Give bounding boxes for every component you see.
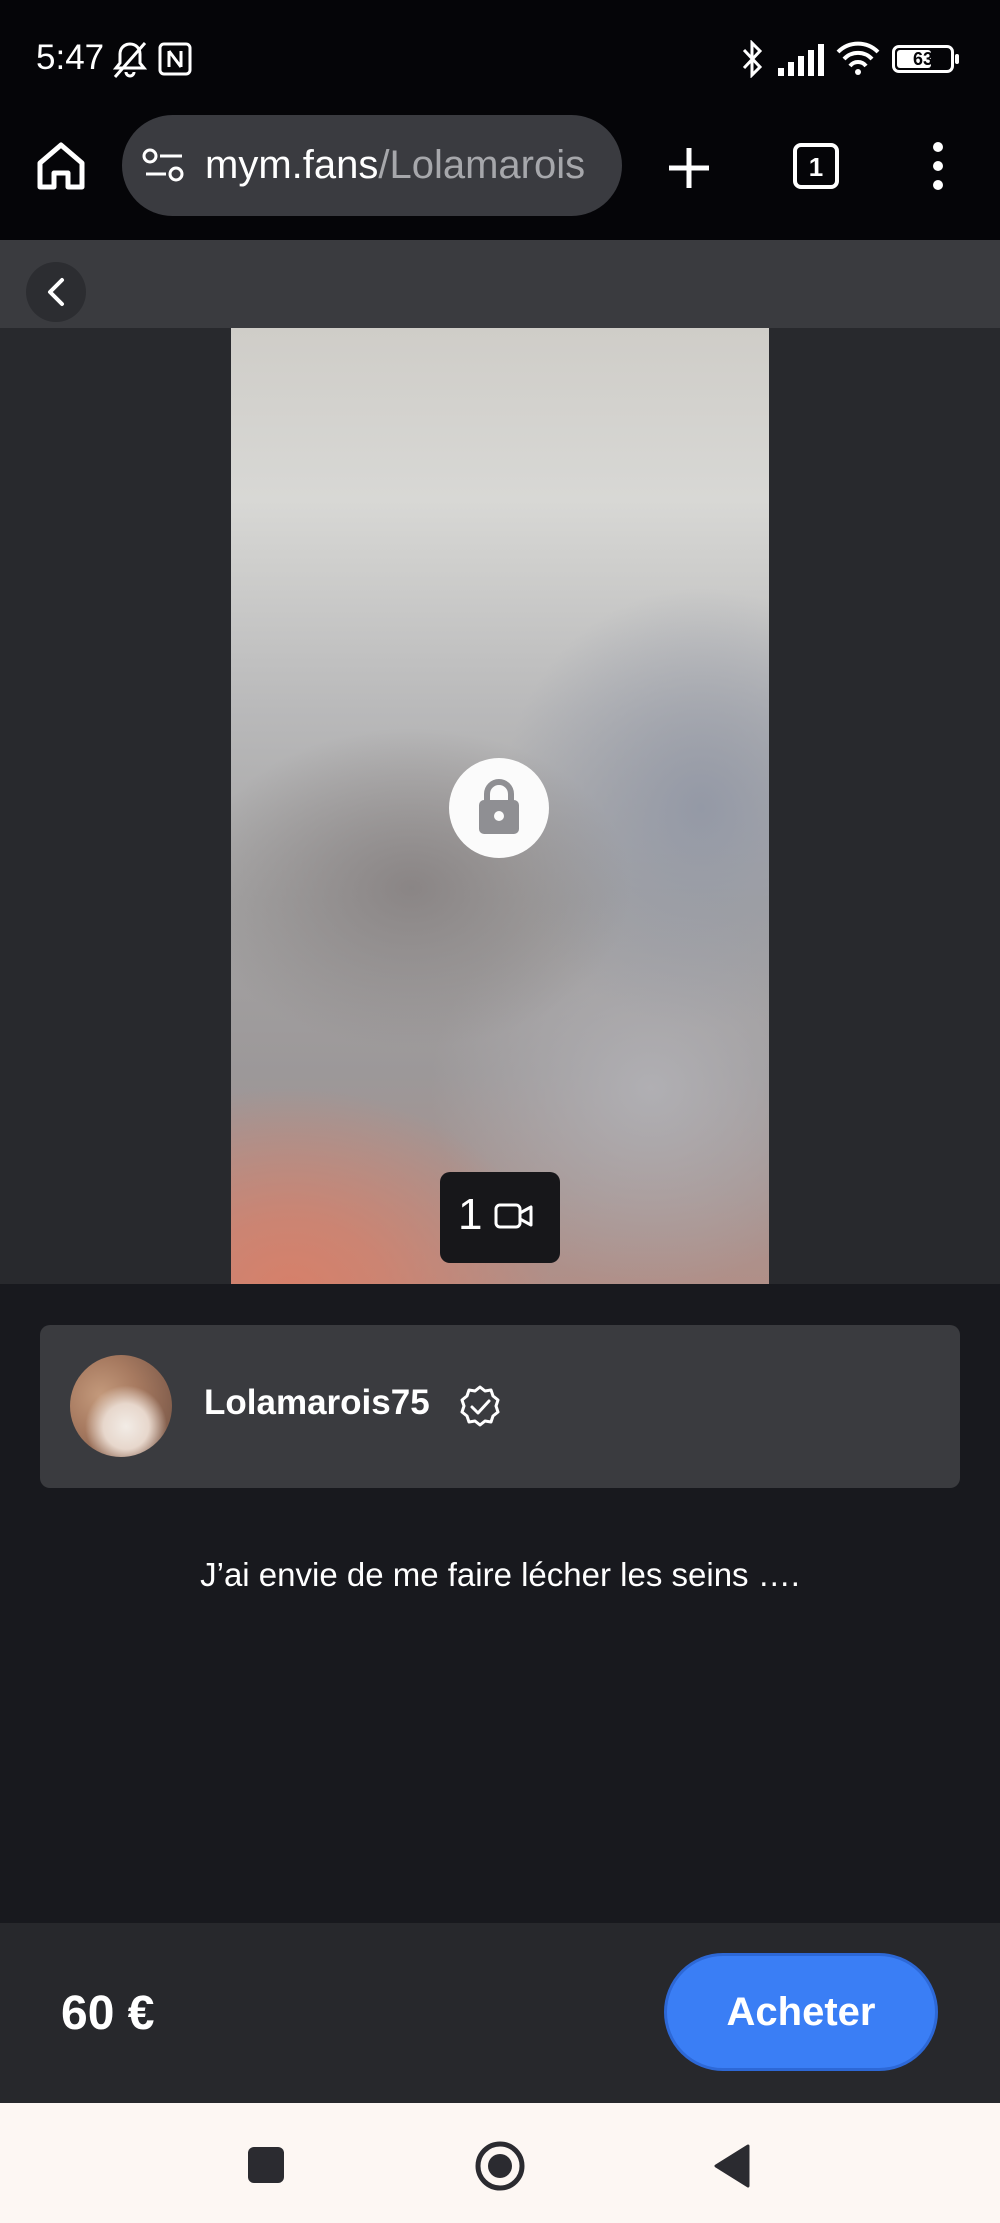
address-bar[interactable]: mym.fans/Lolamarois: [122, 115, 622, 216]
chevron-left-icon: [48, 278, 64, 306]
browser-toolbar: mym.fans/Lolamarois 1: [0, 115, 1000, 240]
purchase-bar: 60 € Acheter: [0, 1923, 1000, 2103]
tab-count: 1: [808, 152, 824, 182]
verified-badge-icon: [460, 1385, 500, 1427]
lock-button[interactable]: [449, 758, 549, 858]
more-menu-icon[interactable]: [928, 139, 948, 193]
bluetooth-icon: [742, 40, 763, 78]
system-nav-bar: [0, 2103, 1000, 2223]
site-settings-icon[interactable]: [142, 148, 186, 184]
lock-icon: [479, 779, 519, 834]
signal-icon: [778, 44, 824, 76]
recents-icon[interactable]: [248, 2147, 284, 2183]
creator-name[interactable]: Lolamarois75: [204, 1383, 430, 1423]
back-triangle-icon[interactable]: [712, 2143, 752, 2189]
battery-icon: 63: [892, 45, 959, 73]
status-bar: 5:47 63: [0, 0, 1000, 115]
media-preview: 1: [0, 328, 1000, 1284]
avatar[interactable]: [70, 1355, 172, 1457]
new-tab-icon[interactable]: [666, 145, 712, 191]
media-count-badge: 1: [440, 1172, 560, 1263]
url-text: mym.fans/Lolamarois: [205, 143, 585, 188]
nfc-icon: [158, 42, 192, 76]
video-icon: [494, 1203, 533, 1229]
back-button[interactable]: [26, 262, 86, 322]
media-count: 1: [458, 1190, 483, 1239]
battery-level: 63: [912, 49, 934, 69]
page-header: [0, 240, 1000, 328]
buy-button[interactable]: Acheter: [664, 1953, 938, 2071]
price-label: 60 €: [61, 1987, 155, 2040]
url-domain: mym.fans: [205, 143, 379, 187]
home-icon[interactable]: [34, 139, 88, 193]
post-caption: J’ai envie de me faire lécher les seins …: [200, 1556, 800, 1593]
home-circle-icon[interactable]: [474, 2140, 526, 2192]
url-path: /Lolamarois: [378, 143, 586, 187]
status-time: 5:47: [36, 38, 105, 77]
tabs-icon[interactable]: 1: [793, 143, 839, 189]
creator-card[interactable]: Lolamarois75: [40, 1325, 960, 1488]
bell-off-icon: [112, 42, 148, 78]
wifi-icon: [836, 41, 880, 75]
